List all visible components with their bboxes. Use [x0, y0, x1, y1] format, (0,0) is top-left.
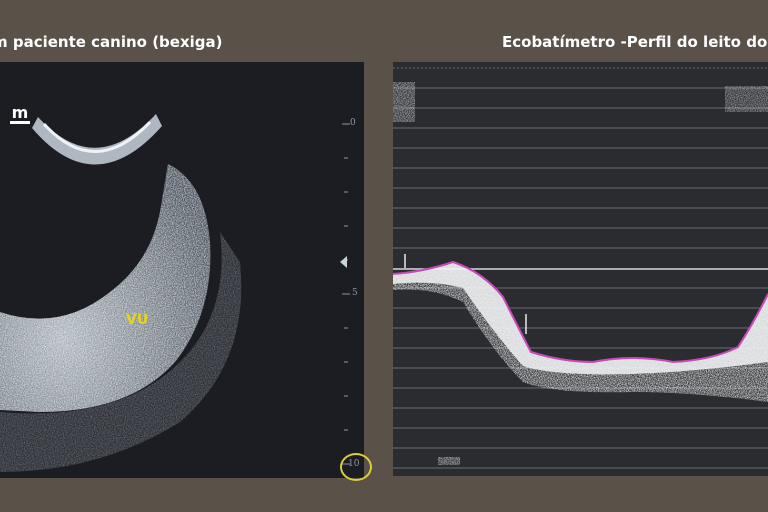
focus-marker-icon [340, 256, 347, 268]
echogram [393, 67, 768, 469]
left-caption: m paciente canino (bexiga) [0, 33, 223, 51]
svg-text:m: m [12, 103, 29, 122]
depth-label-5: 5 [352, 288, 358, 298]
depth-highlight-ring [340, 453, 372, 481]
depth-label-0: 0 [350, 118, 356, 128]
ultrasound-scan [0, 114, 350, 472]
bladder-label: VU [126, 312, 149, 328]
echosounder-display [393, 62, 768, 476]
brand-logo-icon: m [10, 103, 30, 124]
ultrasound-image: m VU 0 5 10 [0, 62, 364, 478]
right-caption: Ecobatímetro -Perfil do leito do [502, 33, 768, 51]
